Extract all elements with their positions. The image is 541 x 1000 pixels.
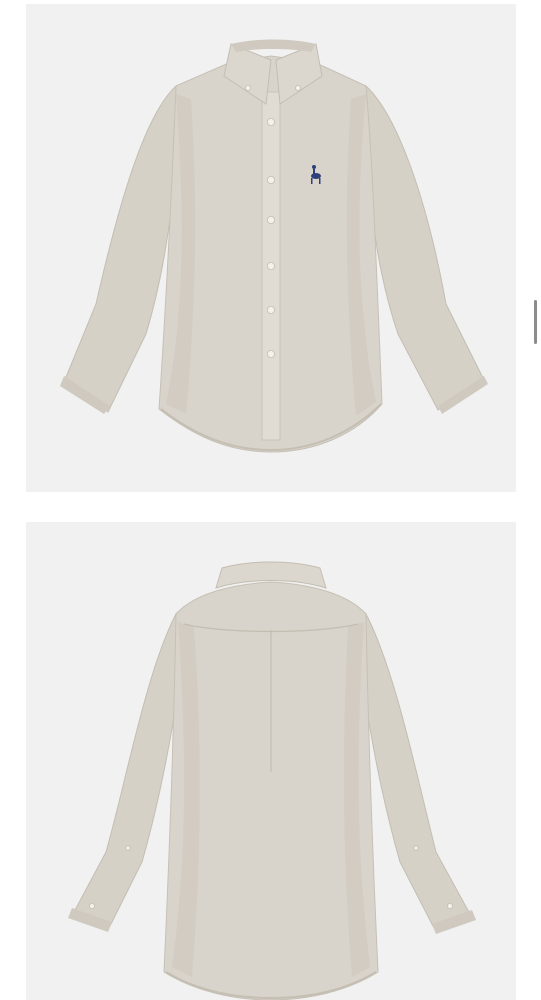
- shirt-front-illustration: [60, 39, 488, 453]
- button: [413, 845, 419, 851]
- button: [266, 215, 275, 224]
- left-sleeve: [63, 84, 177, 413]
- scrollbar-thumb[interactable]: [534, 300, 537, 344]
- collar-button: [244, 85, 251, 92]
- shirt-back-illustration: [68, 561, 476, 1000]
- button: [89, 902, 96, 909]
- left-sleeve: [73, 612, 185, 927]
- collar-button: [294, 85, 301, 92]
- button: [125, 845, 131, 851]
- button: [446, 902, 453, 909]
- shirt-front-photo: [26, 4, 516, 492]
- button: [266, 349, 275, 358]
- product-image-page: [0, 0, 541, 1000]
- button: [266, 305, 275, 314]
- button: [266, 175, 275, 184]
- collar-band: [231, 39, 316, 52]
- button: [266, 118, 275, 127]
- shirt-back-photo: [26, 522, 516, 1000]
- button: [266, 261, 275, 270]
- right-sleeve: [357, 612, 471, 929]
- right-sleeve: [365, 84, 485, 411]
